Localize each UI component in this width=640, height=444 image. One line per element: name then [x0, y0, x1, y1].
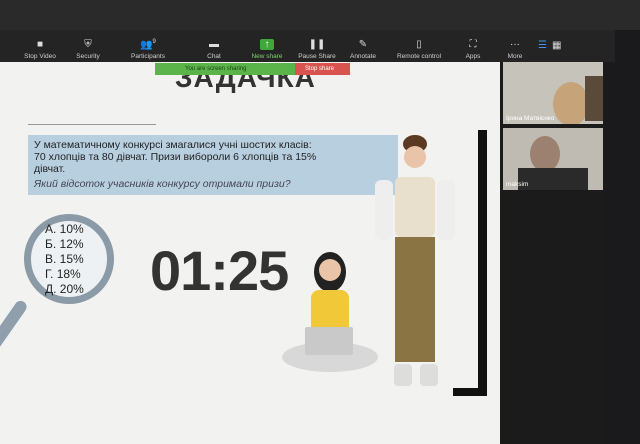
stop-video-button[interactable]: ■ Stop Video: [15, 39, 65, 60]
answer-option: Б. 12%: [45, 237, 84, 251]
annotate-button[interactable]: ✎ Annotate: [338, 39, 388, 60]
pause-share-button[interactable]: ❚❚ Pause Share: [292, 39, 342, 60]
problem-text: 70 хлопців та 80 дівчат. Призи вибороли …: [34, 151, 317, 163]
magnifier-handle: [0, 298, 29, 355]
security-button[interactable]: ⛨ Security: [63, 39, 113, 60]
divider: [28, 124, 156, 125]
participant-name: Ірина Матвієнко: [506, 115, 555, 122]
participant-tile[interactable]: maksim: [503, 128, 603, 190]
mouse-icon: ▯: [416, 39, 422, 50]
height-bar-base: [453, 388, 487, 396]
answer-option: А. 10%: [45, 222, 84, 236]
shared-slide: ЗАДАЧКА У математичному конкурсі змагали…: [0, 62, 500, 444]
chat-icon: ▬: [209, 39, 219, 50]
chat-button[interactable]: ▬ Chat: [189, 39, 239, 60]
participant-count: 9: [152, 38, 156, 45]
problem-box: У математичному конкурсі змагалися учні …: [28, 135, 398, 195]
countdown-timer: 01:25: [150, 239, 289, 302]
participant-name: maksim: [506, 181, 529, 188]
stop-share-button[interactable]: Stop share: [295, 63, 350, 75]
screen-sharing-indicator: You are screen sharing: [155, 63, 295, 75]
participant-tile[interactable]: Ірина Матвієнко: [503, 62, 603, 124]
answer-list: А. 10% Б. 12% В. 15% Г. 18% Д. 20%: [45, 222, 84, 297]
monitor-bezel: [0, 0, 640, 30]
remote-control-button[interactable]: ▯ Remote control: [390, 39, 448, 60]
zoom-toolbar: ■ Stop Video ⛨ Security 👥9 Participants ▬ Ch…: [0, 30, 615, 62]
boy-standing-illustration: [375, 135, 455, 386]
answer-option: В. 15%: [45, 252, 84, 266]
answer-option: Г. 18%: [45, 267, 81, 281]
shield-icon: ⛨: [84, 39, 92, 50]
more-button[interactable]: ··· More: [490, 39, 540, 60]
participants-button[interactable]: 👥9 Participants: [123, 39, 173, 60]
speaker-view-icon[interactable]: ☰: [538, 40, 547, 51]
more-icon: ···: [510, 39, 520, 50]
participants-icon: 👥9: [140, 38, 156, 50]
gallery-view-icon[interactable]: ▦: [552, 40, 561, 51]
height-bar: [478, 130, 487, 396]
answer-option: Д. 20%: [45, 282, 84, 296]
pause-icon: ❚❚: [308, 39, 326, 50]
share-icon: ↑: [260, 39, 274, 50]
pencil-icon: ✎: [358, 39, 368, 50]
question-text: Який відсоток учасників конкурсу отримал…: [34, 178, 291, 190]
new-share-button[interactable]: ↑ New share: [242, 39, 292, 60]
video-icon: ■: [36, 39, 44, 50]
problem-text: У математичному конкурсі змагалися учні …: [34, 139, 312, 151]
video-panel: Ірина Матвієнко maksim: [500, 62, 605, 444]
problem-text: дівчат.: [34, 163, 66, 175]
